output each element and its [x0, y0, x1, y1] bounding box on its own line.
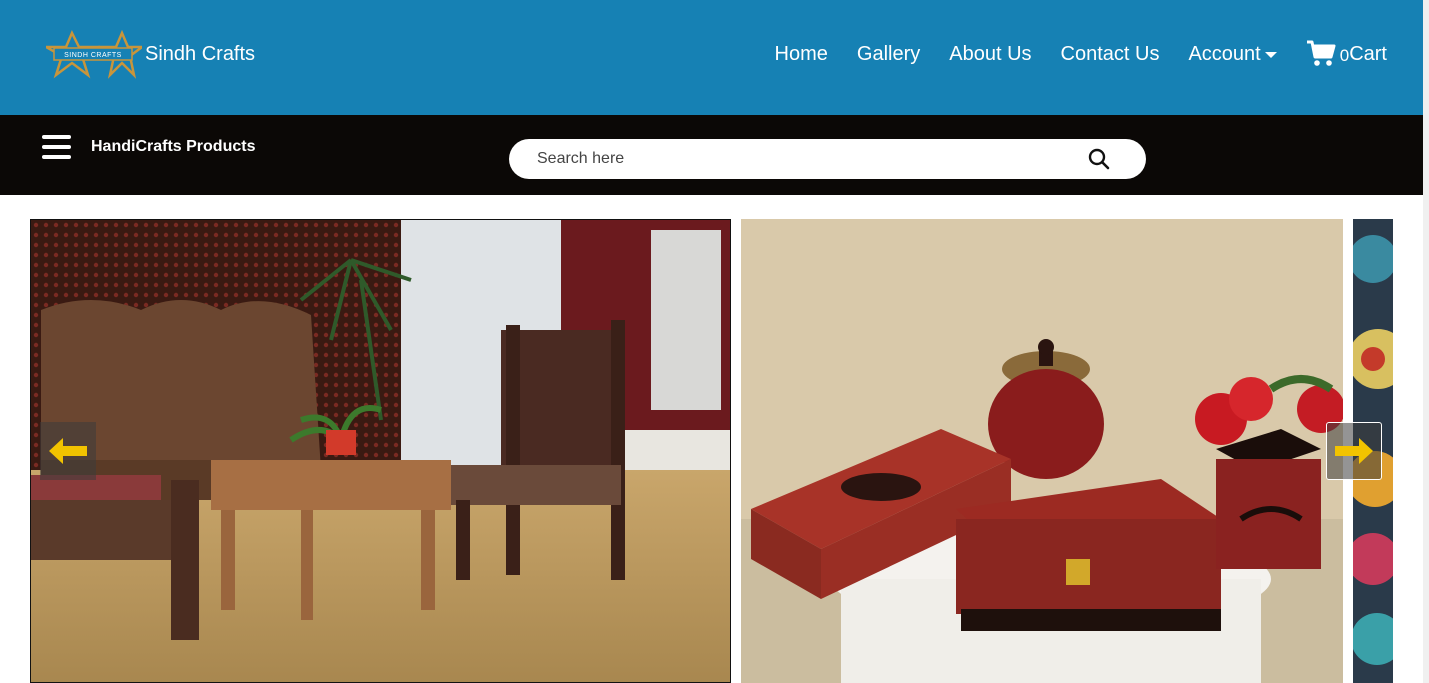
arrow-left-icon	[49, 438, 87, 464]
main-nav: Home Gallery About Us Contact Us Account…	[775, 40, 1387, 68]
nav-account-label: Account	[1188, 42, 1261, 65]
nav-cart[interactable]: 0 Cart	[1306, 40, 1387, 68]
search-box	[509, 139, 1146, 179]
lacquer-boxes-image	[741, 219, 1343, 683]
nav-gallery[interactable]: Gallery	[857, 43, 920, 66]
furniture-image	[31, 220, 730, 682]
hamburger-icon[interactable]	[42, 135, 71, 159]
page-scrollbar[interactable]	[1423, 0, 1429, 683]
nav-contact[interactable]: Contact Us	[1061, 43, 1160, 66]
page: SINDH CRAFTS Sindh Crafts Home Gallery A…	[0, 0, 1429, 683]
cart-label: Cart	[1349, 42, 1387, 65]
category-bar: HandiCrafts Products	[0, 115, 1423, 195]
brand-name[interactable]: Sindh Crafts	[145, 43, 255, 66]
star-logo-icon: SINDH CRAFTS	[41, 29, 146, 79]
carousel-next-button[interactable]	[1326, 422, 1382, 480]
image-carousel[interactable]	[30, 219, 1393, 683]
search-input[interactable]	[537, 139, 1077, 179]
products-label[interactable]: HandiCrafts Products	[91, 138, 255, 156]
site-header: SINDH CRAFTS Sindh Crafts Home Gallery A…	[0, 0, 1423, 115]
nav-home[interactable]: Home	[775, 43, 828, 66]
caret-down-icon	[1264, 52, 1277, 58]
cart-count: 0	[1339, 46, 1350, 65]
logo[interactable]: SINDH CRAFTS	[41, 29, 146, 80]
carousel-prev-button[interactable]	[40, 422, 96, 480]
nav-about[interactable]: About Us	[949, 43, 1031, 66]
logo-text: SINDH CRAFTS	[64, 52, 122, 59]
search-icon[interactable]	[1088, 148, 1110, 170]
arrow-right-icon	[1335, 438, 1373, 464]
nav-account[interactable]: Account	[1188, 42, 1277, 66]
carousel-slide-lacquer-boxes[interactable]	[741, 219, 1343, 683]
carousel-slide-furniture[interactable]	[30, 219, 731, 683]
cart-icon	[1306, 40, 1336, 66]
